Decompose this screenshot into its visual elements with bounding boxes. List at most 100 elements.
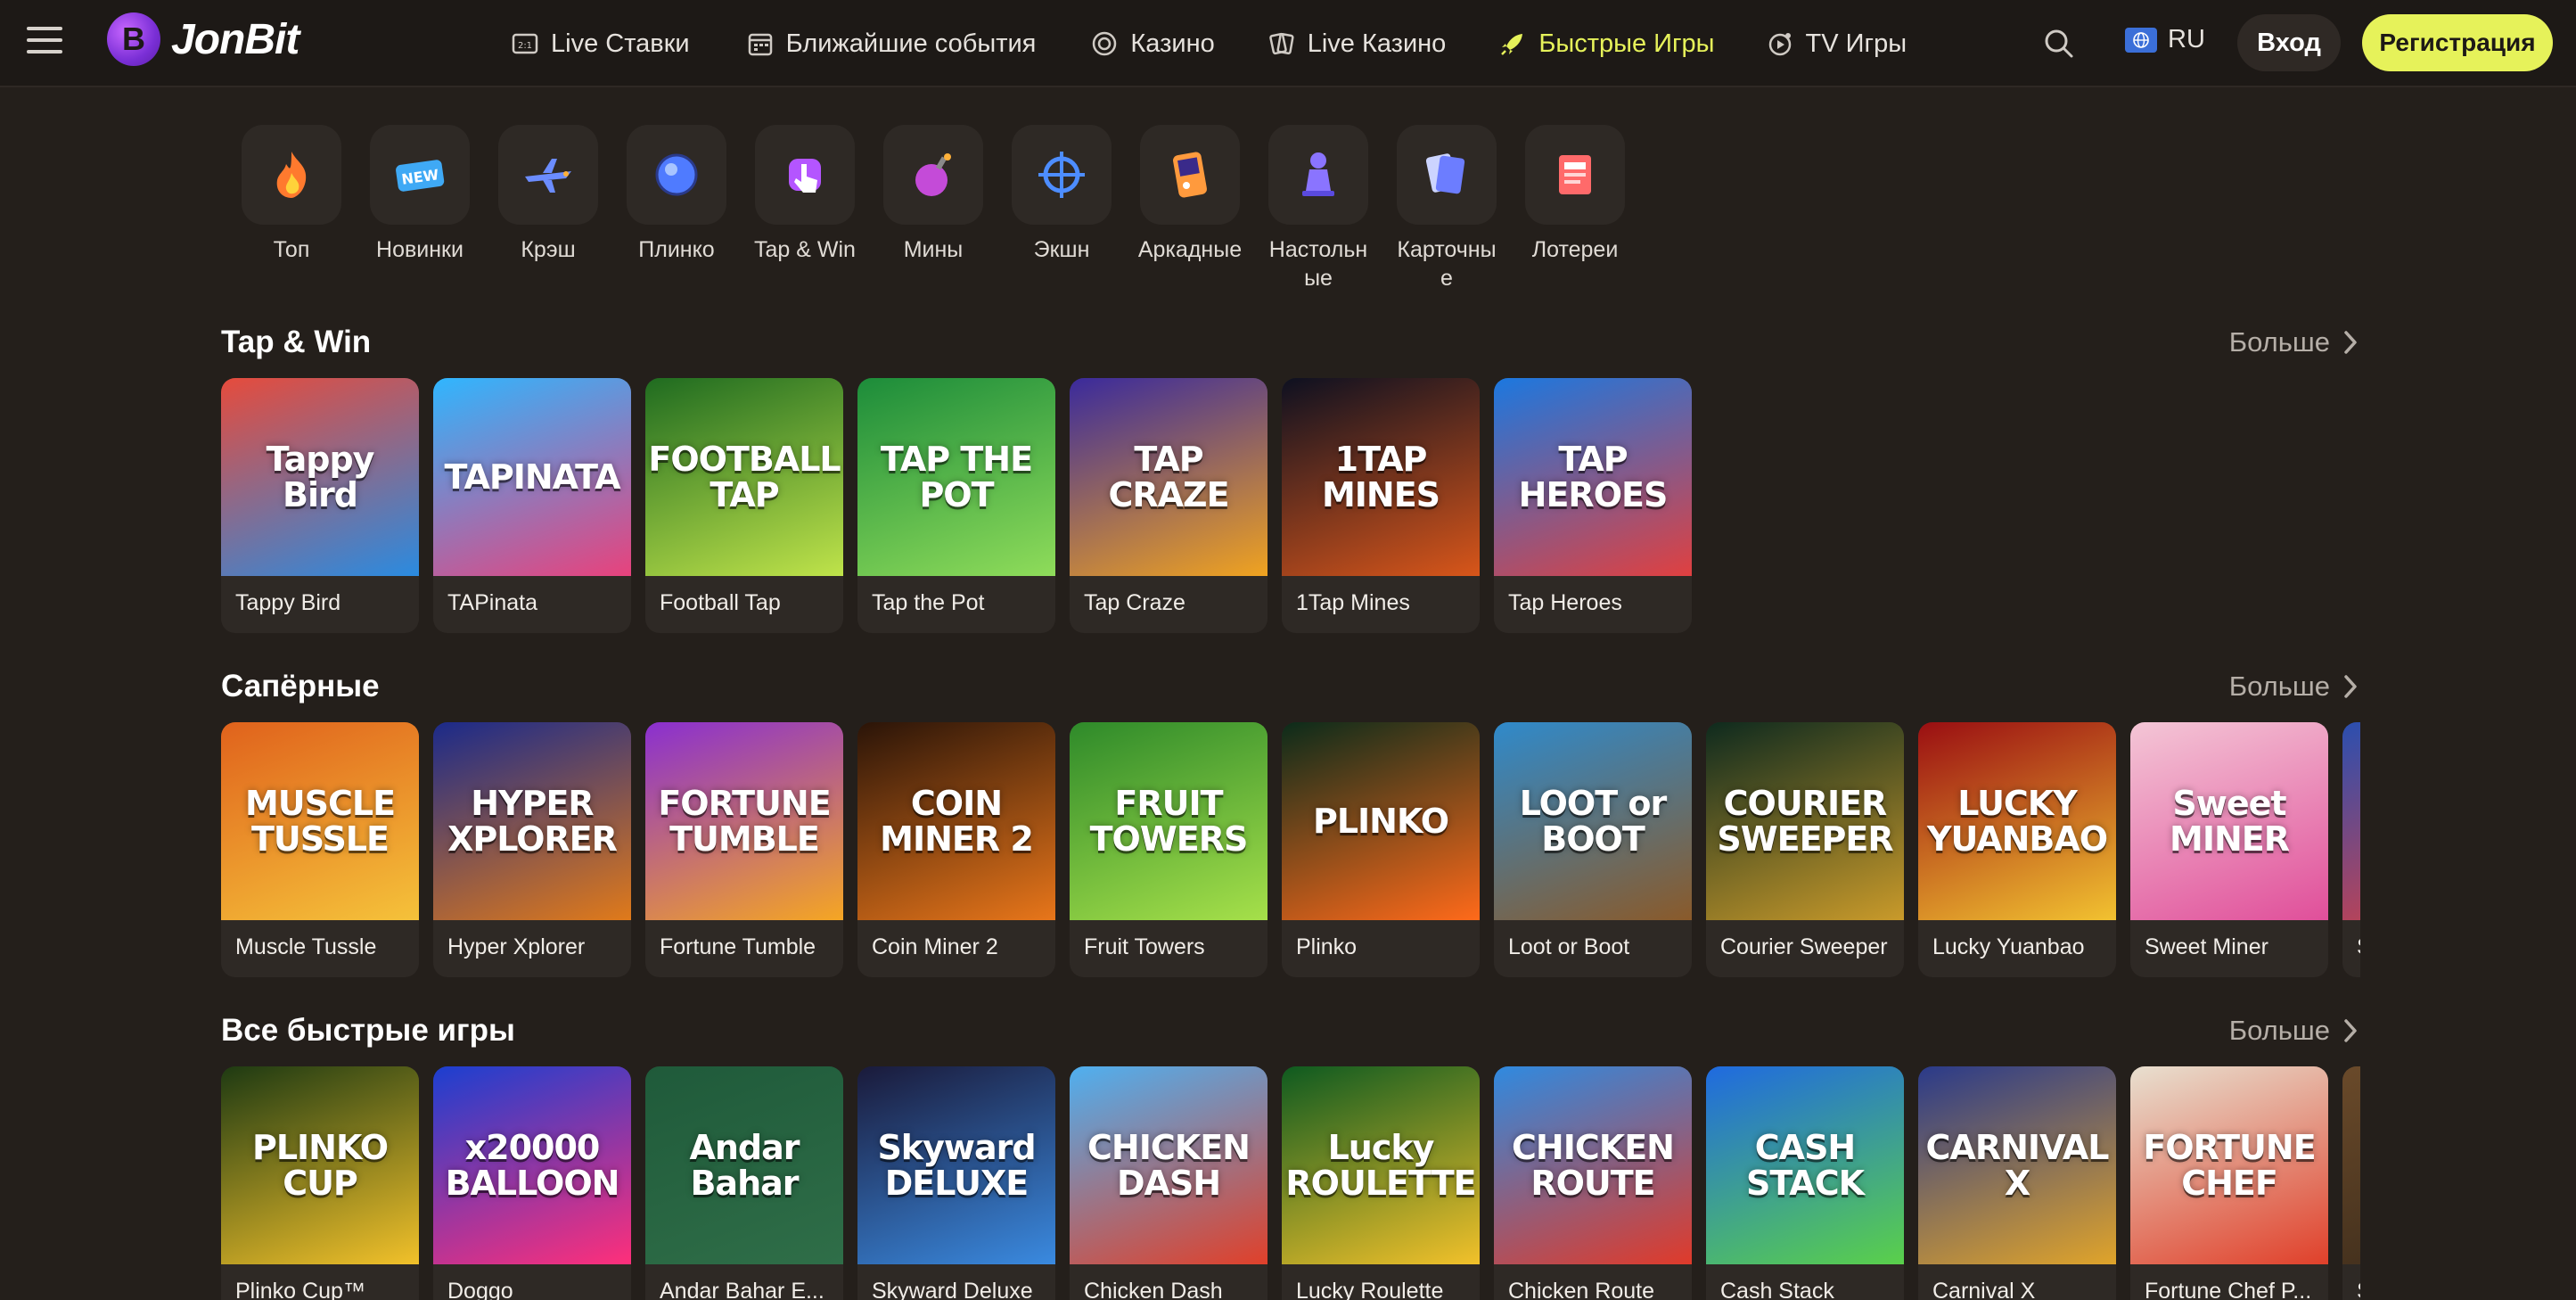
game-card[interactable]: CARNIVAL X Carnival X [1918, 1066, 2116, 1300]
category-item[interactable]: Мины [875, 125, 991, 292]
game-card[interactable]: COIN MINER 2 Coin Miner 2 [857, 722, 1055, 977]
game-card[interactable]: FORTUNE CHEF Fortune Chef P... [2130, 1066, 2328, 1300]
game-card[interactable]: 1TAP MINES 1Tap Mines [1282, 378, 1480, 633]
game-card[interactable]: Sweet MINER Sweet Miner [2130, 722, 2328, 977]
category-item[interactable]: Плинко [619, 125, 734, 292]
nav-label: Live Казино [1307, 29, 1447, 58]
playing-cards-icon [1397, 125, 1497, 225]
game-card[interactable]: Snow [2342, 722, 2360, 977]
game-logo-text: 1TAP MINES [1321, 440, 1440, 514]
category-label: Tap & Win [754, 237, 856, 262]
game-title: Andar Bahar E... [660, 1279, 824, 1300]
game-thumbnail: Skyward DELUXE [857, 1066, 1055, 1264]
game-logo-text: Skyward DELUXE [877, 1128, 1036, 1203]
search-icon[interactable] [2041, 26, 2077, 62]
game-logo-text: MUSCLE TUSSLE [244, 784, 396, 859]
game-card[interactable]: CHICKEN ROUTE Chicken Route [1494, 1066, 1692, 1300]
game-card[interactable]: TAP CRAZE Tap Craze [1070, 378, 1267, 633]
game-card[interactable]: LUCKY YUANBAO Lucky Yuanbao [1918, 722, 2116, 977]
main-nav: 2:1 Live Ставки Ближайшие события Казино… [510, 0, 1962, 87]
game-card[interactable]: Andar Bahar Andar Bahar E... [645, 1066, 843, 1300]
globe-icon [2125, 27, 2157, 53]
game-card[interactable]: TAP THE POT Tap the Pot [857, 378, 1055, 633]
game-logo-text: CHICKEN ROUTE [1512, 1128, 1675, 1203]
register-button[interactable]: Регистрация [2362, 14, 2553, 71]
game-title: Tap Heroes [1508, 590, 1622, 615]
section-header: Tap & Win Больше [221, 319, 2360, 369]
game-thumbnail: Andar Bahar [645, 1066, 843, 1264]
category-bar: Топ NEW Новинки Крэш Плинко Tap & Win Мины Экшн… [234, 125, 1645, 292]
nav-casino[interactable]: Казино [1089, 29, 1215, 59]
calendar-icon [745, 29, 775, 59]
game-card[interactable]: S [2342, 1066, 2360, 1300]
game-title: Tappy Bird [235, 590, 341, 615]
game-logo-text: Lucky ROULETTE [1285, 1128, 1476, 1203]
game-card[interactable]: Skyward DELUXE Skyward Deluxe [857, 1066, 1055, 1300]
game-thumbnail: Sweet MINER [2130, 722, 2328, 920]
nav-tv-games[interactable]: TV Игры [1765, 29, 1907, 59]
game-card[interactable]: Tappy Bird Tappy Bird [221, 378, 419, 633]
game-card[interactable]: CASH STACK Cash Stack [1706, 1066, 1904, 1300]
game-title: Sweet Miner [2145, 934, 2268, 959]
arcade-console-icon [1140, 125, 1240, 225]
game-card[interactable]: COURIER SWEEPER Courier Sweeper [1706, 722, 1904, 977]
game-thumbnail: Lucky ROULETTE [1282, 1066, 1480, 1264]
game-card[interactable]: FORTUNE TUMBLE Fortune Tumble [645, 722, 843, 977]
category-item[interactable]: NEW Новинки [362, 125, 478, 292]
more-link[interactable]: Больше [2229, 671, 2360, 703]
game-thumbnail: 1TAP MINES [1282, 378, 1480, 576]
nav-label: Ближайшие события [785, 29, 1037, 58]
game-card[interactable]: PLINKO CUP Plinko Cup™ [221, 1066, 419, 1300]
game-card[interactable]: HYPER XPLORER Hyper Xplorer [433, 722, 631, 977]
game-logo-text: LOOT or BOOT [1519, 784, 1667, 859]
game-card[interactable]: TAP HEROES Tap Heroes [1494, 378, 1692, 633]
category-item[interactable]: Лотереи [1517, 125, 1633, 292]
nav-live-casino[interactable]: Live Казино [1267, 29, 1447, 59]
game-logo-text: CHICKEN DASH [1087, 1128, 1251, 1203]
game-logo-text: TAP HEROES [1518, 440, 1669, 514]
game-card[interactable]: CHICKEN DASH Chicken Dash [1070, 1066, 1267, 1300]
language-selector[interactable]: RU [2125, 25, 2205, 54]
game-card[interactable]: TAPINATA TAPinata [433, 378, 631, 633]
game-thumbnail: LUCKY YUANBAO [1918, 722, 2116, 920]
nav-label: TV Игры [1805, 29, 1907, 58]
logo-text: JonBit [171, 15, 299, 63]
category-item[interactable]: Топ [234, 125, 349, 292]
game-card[interactable]: FRUIT TOWERS Fruit Towers [1070, 722, 1267, 977]
nav-live-bets[interactable]: 2:1 Live Ставки [510, 29, 690, 59]
game-card[interactable]: PLINKO Plinko [1282, 722, 1480, 977]
game-card[interactable]: FOOTBALL TAP Football Tap [645, 378, 843, 633]
category-item[interactable]: Настольные [1260, 125, 1376, 292]
category-label: Аркадные [1137, 237, 1243, 262]
game-thumbnail: CARNIVAL X [1918, 1066, 2116, 1264]
game-title: Football Tap [660, 590, 781, 615]
more-link[interactable]: Больше [2229, 326, 2360, 358]
game-thumbnail: LOOT or BOOT [1494, 722, 1692, 920]
game-thumbnail: CHICKEN DASH [1070, 1066, 1267, 1264]
category-item[interactable]: Экшн [1004, 125, 1120, 292]
menu-icon[interactable] [27, 27, 62, 59]
category-item[interactable]: Аркадные [1132, 125, 1248, 292]
category-label: Экшн [1033, 237, 1090, 262]
game-card[interactable]: MUSCLE TUSSLE Muscle Tussle [221, 722, 419, 977]
login-button[interactable]: Вход [2237, 14, 2341, 71]
more-link[interactable]: Больше [2229, 1015, 2360, 1047]
game-logo-text: x20000 BALLOON [445, 1128, 620, 1203]
category-label: Карточные [1397, 237, 1497, 291]
game-card[interactable]: Lucky ROULETTE Lucky Roulette [1282, 1066, 1480, 1300]
logo[interactable]: B JonBit [107, 12, 299, 66]
nav-upcoming-events[interactable]: Ближайшие события [745, 29, 1037, 59]
nav-fast-games[interactable]: Быстрые Игры [1497, 29, 1715, 59]
game-logo-text: PLINKO [1312, 802, 1449, 841]
game-card[interactable]: x20000 BALLOON Doggo [433, 1066, 631, 1300]
game-card[interactable]: LOOT or BOOT Loot or Boot [1494, 722, 1692, 977]
game-logo-text: FOOTBALL TAP [648, 440, 841, 514]
game-thumbnail: FOOTBALL TAP [645, 378, 843, 576]
category-item[interactable]: Карточные [1389, 125, 1505, 292]
category-item[interactable]: Крэш [490, 125, 606, 292]
game-title: Fortune Chef P... [2145, 1279, 2312, 1300]
game-title: Carnival X [1932, 1279, 2036, 1300]
category-label: Лотереи [1531, 237, 1619, 262]
category-item[interactable]: Tap & Win [747, 125, 863, 292]
game-logo-text: TAP THE POT [880, 440, 1033, 514]
